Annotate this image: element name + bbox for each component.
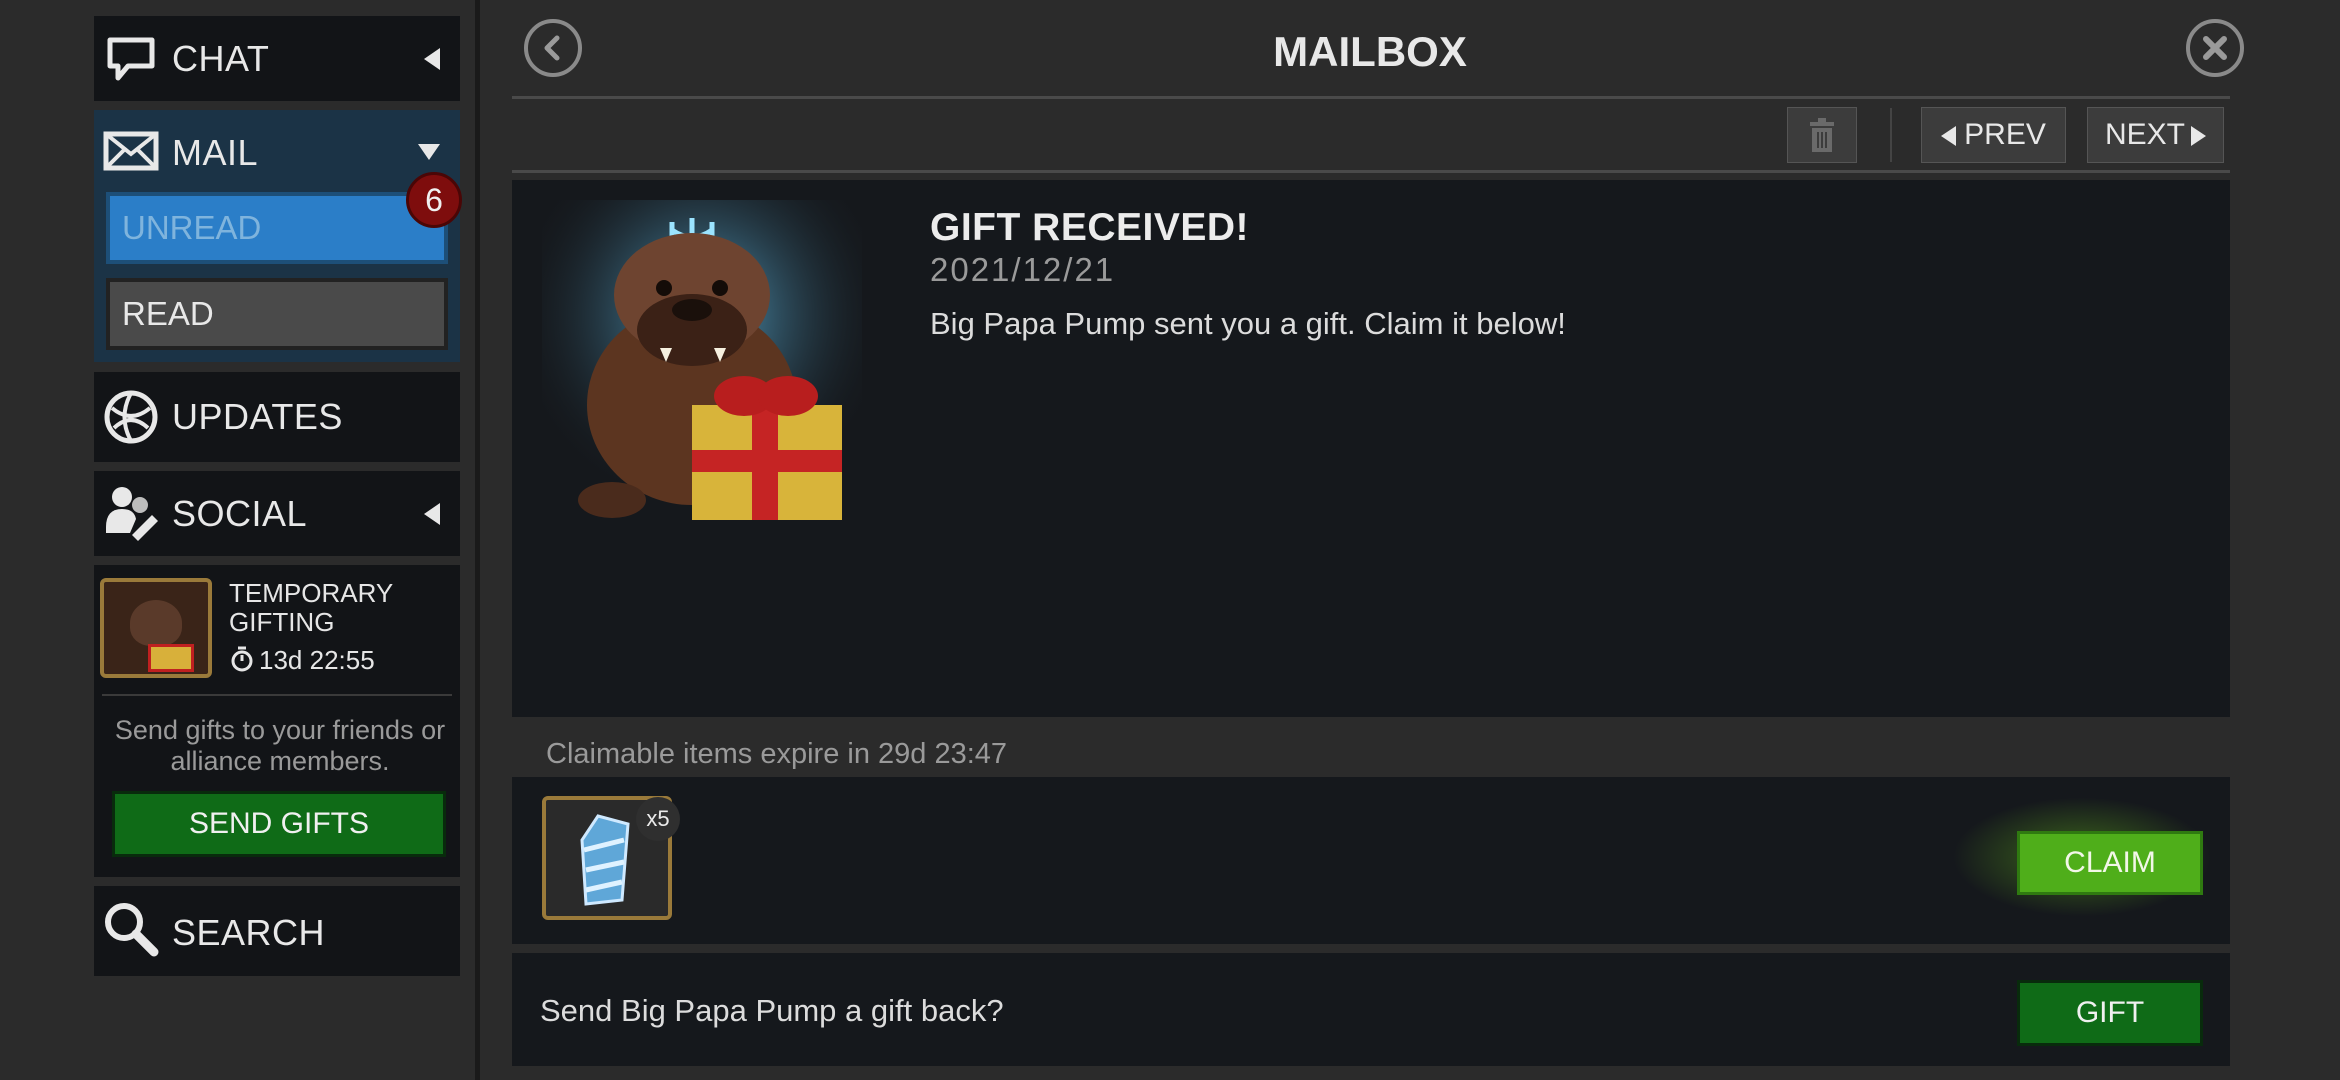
unread-count-badge: 6 — [406, 172, 462, 228]
gifting-timer: 13d 22:55 — [259, 645, 375, 675]
read-label: READ — [122, 295, 214, 332]
message-title: GIFT RECEIVED! — [930, 206, 1250, 249]
claim-expiry-text: Claimable items expire in 29d 23:47 — [546, 738, 1008, 770]
claimable-items-row: x5 CLAIM — [512, 777, 2230, 944]
gifting-event-thumbnail[interactable] — [100, 578, 212, 678]
trash-icon — [1810, 118, 1834, 152]
chat-label: CHAT — [172, 38, 270, 79]
send-gifts-button[interactable]: SEND GIFTS — [112, 791, 446, 857]
envelope-icon — [103, 131, 159, 171]
search-label: SEARCH — [172, 912, 326, 953]
unread-label: UNREAD — [122, 209, 262, 246]
gifting-description: Send gifts to your friends or alliance m… — [114, 715, 446, 776]
unread-count: 6 — [425, 182, 443, 218]
claim-button[interactable]: CLAIM — [2017, 831, 2203, 895]
item-count: x5 — [646, 806, 670, 831]
social-people-icon — [106, 487, 158, 541]
updates-label: UPDATES — [172, 396, 343, 437]
search-section[interactable]: SEARCH — [94, 886, 460, 976]
mail-label: MAIL — [172, 132, 259, 173]
prev-label: PREV — [1964, 118, 2046, 151]
next-arrow-icon — [2191, 126, 2206, 146]
globe-icon — [104, 390, 158, 444]
collapse-arrow-icon — [424, 48, 440, 70]
delete-button[interactable] — [1787, 107, 1857, 163]
mail-section: MAIL UNREAD 6 READ — [94, 110, 462, 362]
gift-back-row: Send Big Papa Pump a gift back? GIFT — [512, 953, 2230, 1066]
chat-section[interactable]: CHAT — [94, 16, 460, 101]
claim-label: CLAIM — [2064, 846, 2156, 879]
social-label: SOCIAL — [172, 493, 308, 534]
timer-icon — [231, 646, 253, 672]
toolbar-divider — [512, 170, 2230, 173]
toolbar-separator — [1890, 108, 1892, 162]
gift-back-prompt: Send Big Papa Pump a gift back? — [540, 993, 1004, 1028]
header-divider — [512, 96, 2230, 99]
message-card: GIFT RECEIVED! 2021/12/21 Big Papa Pump … — [512, 180, 2230, 717]
back-button[interactable] — [524, 19, 582, 77]
send-gifts-label: SEND GIFTS — [188, 807, 369, 840]
gift-button[interactable]: GIFT — [2017, 980, 2203, 1046]
collapse-arrow-icon — [424, 503, 440, 525]
gifting-event-title: TEMPORARY GIFTING — [229, 578, 393, 637]
expand-arrow-icon — [418, 144, 440, 160]
divider — [102, 694, 452, 696]
prev-arrow-icon — [1941, 126, 1957, 146]
next-label: NEXT — [2104, 118, 2185, 151]
mail-header[interactable]: MAIL — [94, 110, 460, 190]
close-button[interactable] — [2186, 19, 2244, 77]
social-section[interactable]: SOCIAL — [94, 471, 460, 556]
search-icon — [105, 903, 159, 957]
page-title: MAILBOX — [1273, 28, 1467, 75]
close-icon — [2203, 36, 2227, 60]
next-button[interactable]: NEXT — [2087, 107, 2224, 163]
chat-bubble-icon — [107, 37, 155, 81]
unread-tab[interactable]: UNREAD — [106, 192, 448, 264]
prev-button[interactable]: PREV — [1921, 107, 2066, 163]
sidebar-divider — [475, 0, 480, 1080]
message-date: 2021/12/21 — [930, 251, 1116, 288]
temporary-gifting-panel: TEMPORARY GIFTING 13d 22:55 Send gifts t… — [94, 565, 460, 877]
item-count-badge: x5 — [636, 797, 680, 841]
read-tab[interactable]: READ — [106, 278, 448, 350]
message-body: Big Papa Pump sent you a gift. Claim it … — [930, 306, 1566, 341]
bulldog-gift-portrait — [542, 200, 862, 530]
chevron-left-icon — [544, 35, 560, 61]
gift-label: GIFT — [2075, 996, 2145, 1029]
updates-section[interactable]: UPDATES — [94, 372, 460, 462]
